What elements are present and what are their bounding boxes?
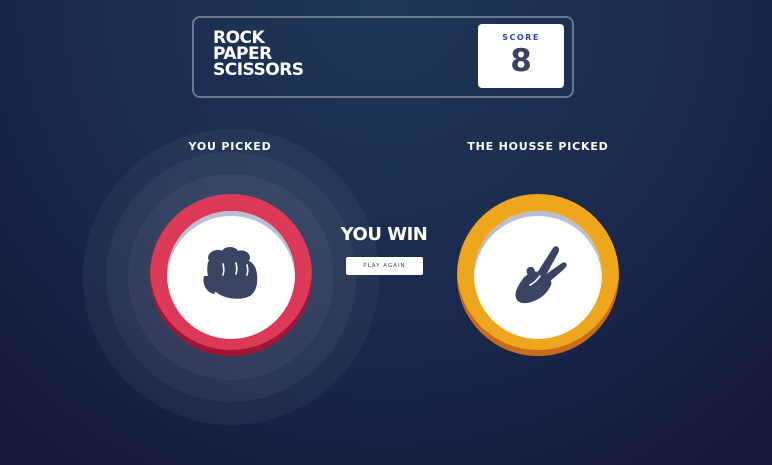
player-rock-token	[150, 194, 312, 356]
scissors-hand-icon	[515, 246, 567, 304]
house-picked-label: THE HOUSSE PICKED	[467, 140, 609, 153]
score-label: SCORE	[502, 33, 540, 42]
header: ROCK PAPER SCISSORS SCORE 8	[192, 16, 574, 98]
player-rock-token-face	[167, 211, 295, 339]
house-scissors-token	[457, 194, 619, 356]
score-value: 8	[510, 43, 532, 79]
house-scissors-token-face	[474, 211, 602, 339]
fist-icon	[203, 247, 258, 299]
game-title: ROCK PAPER SCISSORS	[213, 30, 304, 80]
score-box: SCORE 8	[478, 24, 564, 88]
result-text: YOU WIN	[340, 224, 428, 245]
play-again-button[interactable]: PLAY AGAIN	[346, 257, 423, 275]
title-line-scissors: SCISSORS	[213, 60, 304, 80]
